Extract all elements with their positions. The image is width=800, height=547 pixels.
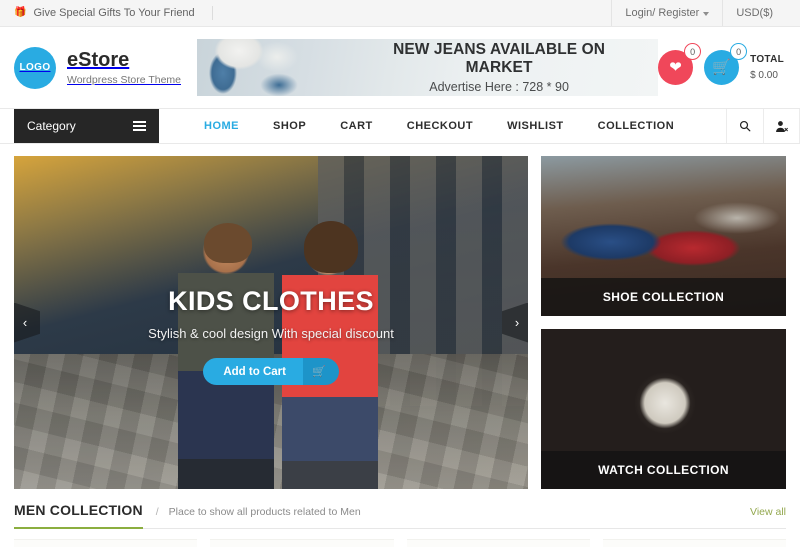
cart-count-badge: 0 <box>730 43 748 60</box>
product-card-placeholder[interactable] <box>14 539 198 547</box>
header-cart-zone: ❤ 0 🛒 0 TOTAL $ 0.00 <box>658 43 786 85</box>
add-to-cart-label: Add to Cart <box>203 358 303 385</box>
wishlist-count-badge: 0 <box>684 43 702 60</box>
banner-photo <box>204 39 325 96</box>
banner-copy: NEW JEANS AVAILABLE ON MARKET Advertise … <box>358 41 658 94</box>
cart-total-amount: $ 0.00 <box>750 69 778 81</box>
hero-slider[interactable]: KIDS CLOTHES Stylish & cool design With … <box>14 156 528 489</box>
hamburger-icon <box>133 120 146 132</box>
top-bar-promo: 🎁 Give Special Gifts To Your Friend <box>14 6 213 20</box>
nav-item-home[interactable]: HOME <box>187 120 256 132</box>
heart-icon: ❤ <box>669 59 682 76</box>
nav-item-cart[interactable]: CART <box>323 120 390 132</box>
login-register-menu[interactable]: Login/ Register <box>611 0 722 26</box>
product-card-placeholder[interactable] <box>210 539 394 547</box>
search-icon[interactable] <box>726 109 763 143</box>
user-logout-icon[interactable] <box>763 109 800 143</box>
section-description-text: Place to show all products related to Me… <box>168 506 361 518</box>
currency-label: USD($) <box>736 7 773 19</box>
nav-item-shop[interactable]: SHOP <box>256 120 323 132</box>
section-title: MEN COLLECTION <box>14 502 143 529</box>
brand-logo-link[interactable]: LOGO eStore Wordpress Store Theme <box>14 46 195 89</box>
cart-icon: 🛒 <box>712 59 731 76</box>
brand-tagline: Wordpress Store Theme <box>67 73 181 86</box>
watch-collection-card[interactable]: WATCH COLLECTION <box>541 329 786 489</box>
cart-total: TOTAL $ 0.00 <box>750 52 784 83</box>
men-collection-header: MEN COLLECTION / Place to show all produ… <box>14 502 786 529</box>
hero-caption: KIDS CLOTHES Stylish & cool design With … <box>14 156 528 489</box>
content-area: KIDS CLOTHES Stylish & cool design With … <box>0 144 800 489</box>
logo-badge: LOGO <box>14 46 56 89</box>
add-to-cart-button[interactable]: Add to Cart 🛒 <box>203 358 339 385</box>
view-all-link[interactable]: View all <box>750 506 786 519</box>
promo-text: Give Special Gifts To Your Friend <box>33 7 195 19</box>
advertisement-banner[interactable]: NEW JEANS AVAILABLE ON MARKET Advertise … <box>196 39 659 96</box>
top-bar: 🎁 Give Special Gifts To Your Friend Logi… <box>0 0 800 27</box>
banner-subtitle: Advertise Here : 728 * 90 <box>429 80 569 94</box>
hero-title: KIDS CLOTHES <box>168 286 374 316</box>
section-description: / Place to show all products related to … <box>156 506 361 519</box>
shoe-collection-caption: SHOE COLLECTION <box>541 278 786 316</box>
product-card-placeholder[interactable] <box>406 539 590 547</box>
product-grid-preview <box>14 539 786 547</box>
top-bar-right: Login/ Register USD($) <box>611 0 786 26</box>
nav-item-wishlist[interactable]: WISHLIST <box>490 120 581 132</box>
watch-collection-caption: WATCH COLLECTION <box>541 451 786 489</box>
shoe-collection-card[interactable]: SHOE COLLECTION <box>541 156 786 316</box>
gift-icon: 🎁 <box>14 7 27 18</box>
nav-item-checkout[interactable]: CHECKOUT <box>390 120 490 132</box>
brand-text: eStore Wordpress Store Theme <box>67 48 181 86</box>
cart-total-label: TOTAL <box>750 54 784 65</box>
cart-icon: 🛒 <box>302 358 339 385</box>
nav-links: HOME SHOP CART CHECKOUT WISHLIST COLLECT… <box>159 109 691 143</box>
hero-subtitle: Stylish & cool design With special disco… <box>148 326 394 341</box>
banner-title: NEW JEANS AVAILABLE ON MARKET <box>393 41 606 76</box>
product-card-placeholder[interactable] <box>602 539 786 547</box>
main-navigation: Category HOME SHOP CART CHECKOUT WISHLIS… <box>0 108 800 144</box>
wishlist-button[interactable]: ❤ 0 <box>658 43 702 85</box>
currency-selector[interactable]: USD($) <box>722 0 786 26</box>
category-dropdown-button[interactable]: Category <box>14 109 159 143</box>
brand-name: eStore <box>67 48 130 71</box>
chevron-down-icon <box>703 12 710 16</box>
divider <box>211 6 213 20</box>
cart-button[interactable]: 🛒 0 <box>704 43 748 85</box>
nav-icon-group <box>726 109 800 143</box>
nav-item-collection[interactable]: COLLECTION <box>581 120 692 132</box>
site-header: LOGO eStore Wordpress Store Theme NEW JE… <box>0 27 800 108</box>
collection-cards: SHOE COLLECTION WATCH COLLECTION <box>541 156 786 489</box>
section-slash: / <box>155 506 159 518</box>
category-label: Category <box>27 119 76 133</box>
login-register-label: Login/ Register <box>625 7 700 19</box>
